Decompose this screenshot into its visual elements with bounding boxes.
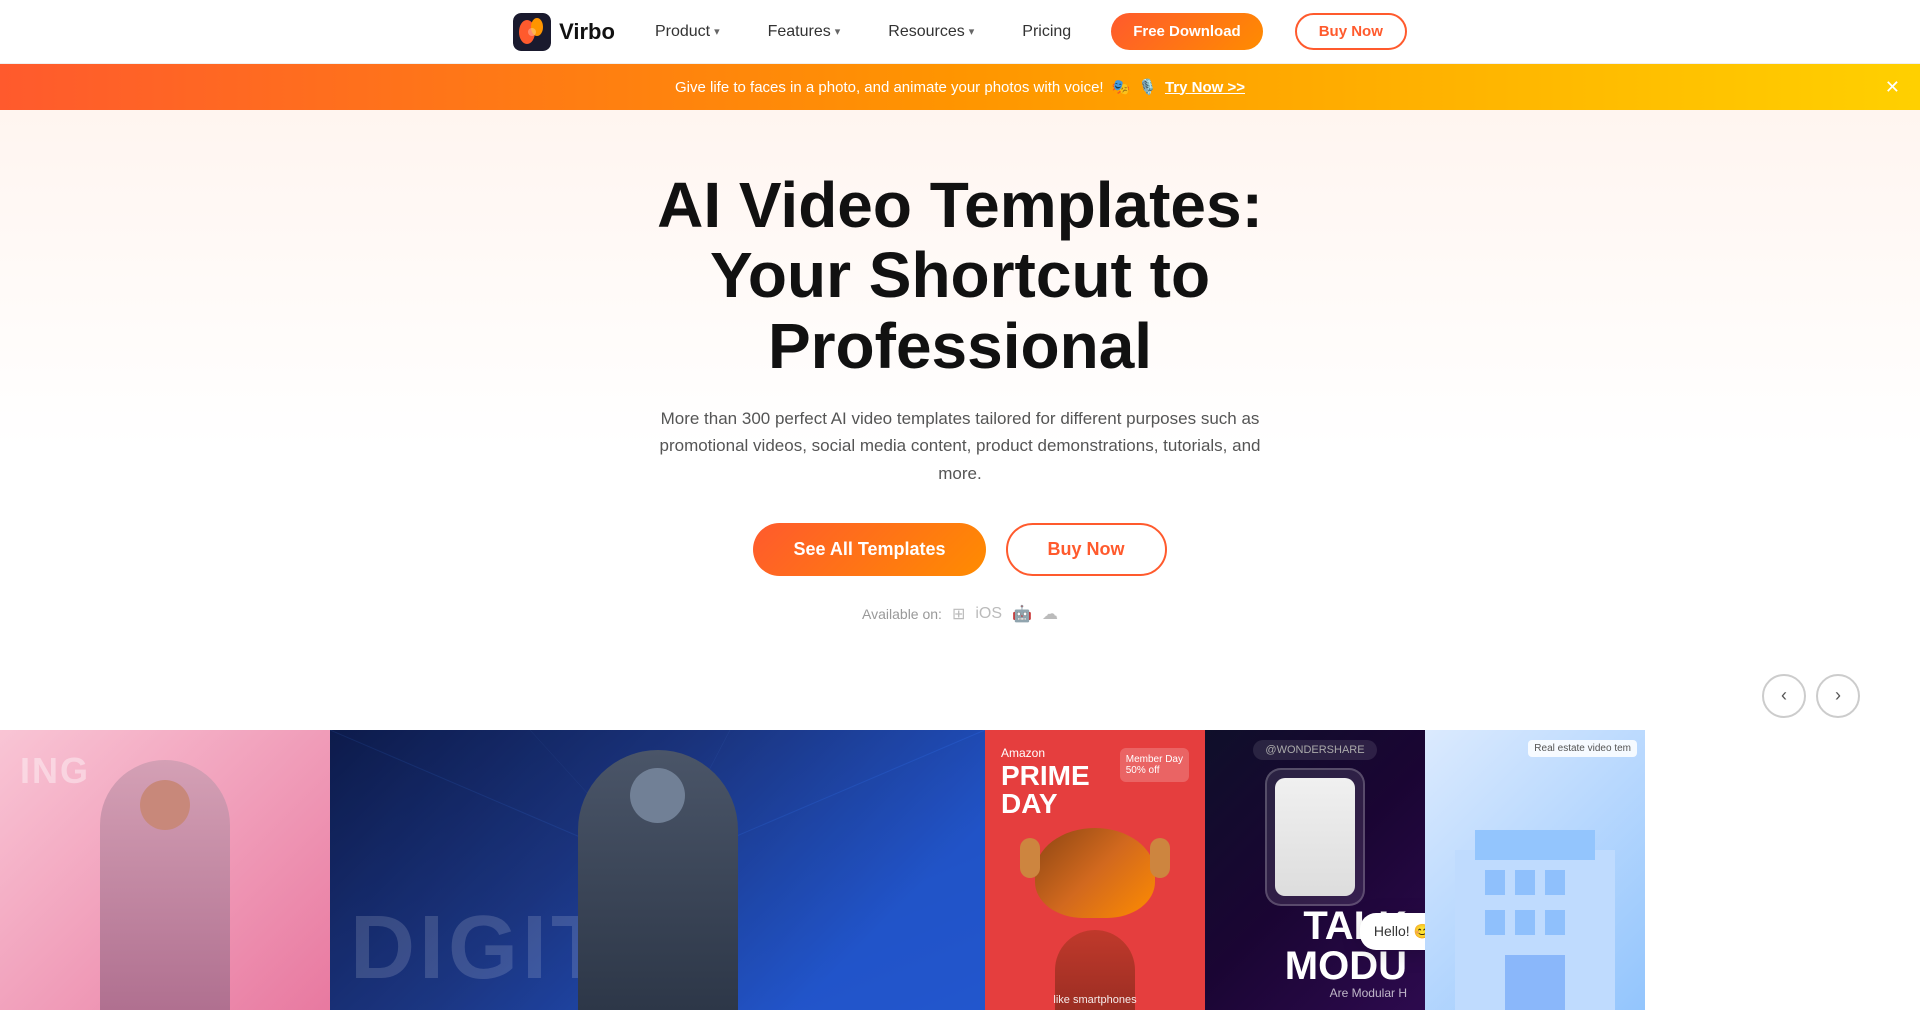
- banner-content: Give life to faces in a photo, and anima…: [675, 78, 1245, 96]
- next-icon: ›: [1835, 685, 1841, 706]
- card1-person: [100, 760, 230, 1010]
- logo-icon: [513, 13, 551, 51]
- card3-badge: Member Day50% off: [1120, 748, 1189, 782]
- card2-head: [630, 768, 685, 823]
- card1-background: ING: [0, 730, 330, 1010]
- prev-icon: ‹: [1781, 685, 1787, 706]
- carousel-controls: ‹ ›: [0, 674, 1920, 718]
- features-chevron-icon: ▾: [835, 25, 841, 38]
- card1-head: [140, 780, 190, 830]
- card3-day-text: DAY: [1001, 790, 1090, 818]
- card2-background: DIGITAL: [330, 730, 985, 1010]
- card4-phone-screen: [1275, 778, 1355, 896]
- card3-headphones: [1035, 828, 1155, 918]
- nav-pricing[interactable]: Pricing: [1014, 19, 1079, 45]
- navbar: Virbo Product ▾ Features ▾ Resources ▾ P…: [0, 0, 1920, 64]
- template-card-2[interactable]: DIGITAL: [330, 730, 985, 1010]
- templates-row: ING: [0, 730, 1920, 1010]
- hero-title: AI Video Templates: Your Shortcut to Pro…: [510, 170, 1410, 381]
- hero-buttons: See All Templates Buy Now: [20, 523, 1900, 576]
- available-on: Available on: ⊞ iOS 🤖 ☁: [20, 604, 1900, 624]
- see-templates-button[interactable]: See All Templates: [753, 523, 985, 576]
- banner-emoji2: 🎙️: [1138, 78, 1157, 96]
- buy-now-nav-button[interactable]: Buy Now: [1295, 13, 1407, 50]
- card4-tiktok-handle: @WONDERSHARE: [1253, 740, 1376, 760]
- card4-background: @WONDERSHARE TALK MODU Are Modular H: [1205, 730, 1425, 1010]
- card5-label: Real estate video tem: [1528, 740, 1637, 757]
- card4-phone-frame: [1265, 768, 1365, 906]
- card3-amazon-label: Amazon: [1001, 746, 1090, 760]
- card3-prime-text: PRIME: [1001, 762, 1090, 790]
- card2-person: [578, 750, 738, 1010]
- promo-banner: Give life to faces in a photo, and anima…: [0, 64, 1920, 110]
- banner-cta[interactable]: Try Now >>: [1165, 79, 1245, 96]
- card3-badge-text: Member Day50% off: [1126, 754, 1183, 776]
- card5-building: [1425, 810, 1645, 1010]
- card3-content: Amazon PRIME DAY Member Day50% off: [1001, 746, 1189, 918]
- chat-bubble: Hello! 😊: [1360, 913, 1425, 950]
- card3-earcup-right: [1150, 838, 1170, 878]
- card4-subtitle: Are Modular H: [1215, 986, 1415, 1000]
- nav-features[interactable]: Features ▾: [760, 19, 849, 45]
- template-card-3[interactable]: Amazon PRIME DAY Member Day50% off: [985, 730, 1205, 1010]
- card3-background: Amazon PRIME DAY Member Day50% off: [985, 730, 1205, 1010]
- banner-text: Give life to faces in a photo, and anima…: [675, 79, 1104, 96]
- hero-subtitle: More than 300 perfect AI video templates…: [640, 405, 1280, 487]
- windows-icon: ⊞: [952, 604, 965, 624]
- banner-emoji1: 🎭: [1112, 78, 1131, 96]
- ios-icon: iOS: [975, 605, 1002, 623]
- resources-chevron-icon: ▾: [969, 25, 975, 38]
- card3-earcup-left: [1020, 838, 1040, 878]
- nav-resources[interactable]: Resources ▾: [880, 19, 982, 45]
- hero-section: AI Video Templates: Your Shortcut to Pro…: [0, 110, 1920, 674]
- available-on-label: Available on:: [862, 606, 942, 622]
- android-icon: 🤖: [1012, 604, 1032, 624]
- chat-text: Hello! 😊: [1374, 923, 1425, 940]
- card1-overlay-text: ING: [20, 750, 90, 792]
- card3-person-area: like smartphones: [985, 930, 1205, 1010]
- carousel-prev-button[interactable]: ‹: [1762, 674, 1806, 718]
- card5-background: Real estate video tem: [1425, 730, 1645, 1010]
- banner-close-button[interactable]: ✕: [1885, 78, 1900, 96]
- buy-now-hero-button[interactable]: Buy Now: [1006, 523, 1167, 576]
- product-chevron-icon: ▾: [714, 25, 720, 38]
- free-download-button[interactable]: Free Download: [1111, 13, 1263, 50]
- template-card-5[interactable]: Real estate video tem: [1425, 730, 1645, 1010]
- carousel-next-button[interactable]: ›: [1816, 674, 1860, 718]
- card4-modu-text: MODU: [1215, 946, 1415, 986]
- logo[interactable]: Virbo: [513, 13, 615, 51]
- cloud-icon: ☁: [1042, 604, 1058, 624]
- logo-text: Virbo: [559, 19, 615, 45]
- template-card-4[interactable]: @WONDERSHARE TALK MODU Are Modular H Hel…: [1205, 730, 1425, 1010]
- nav-product[interactable]: Product ▾: [647, 19, 728, 45]
- template-card-1[interactable]: ING: [0, 730, 330, 1010]
- card3-bottom-text: like smartphones: [985, 994, 1205, 1006]
